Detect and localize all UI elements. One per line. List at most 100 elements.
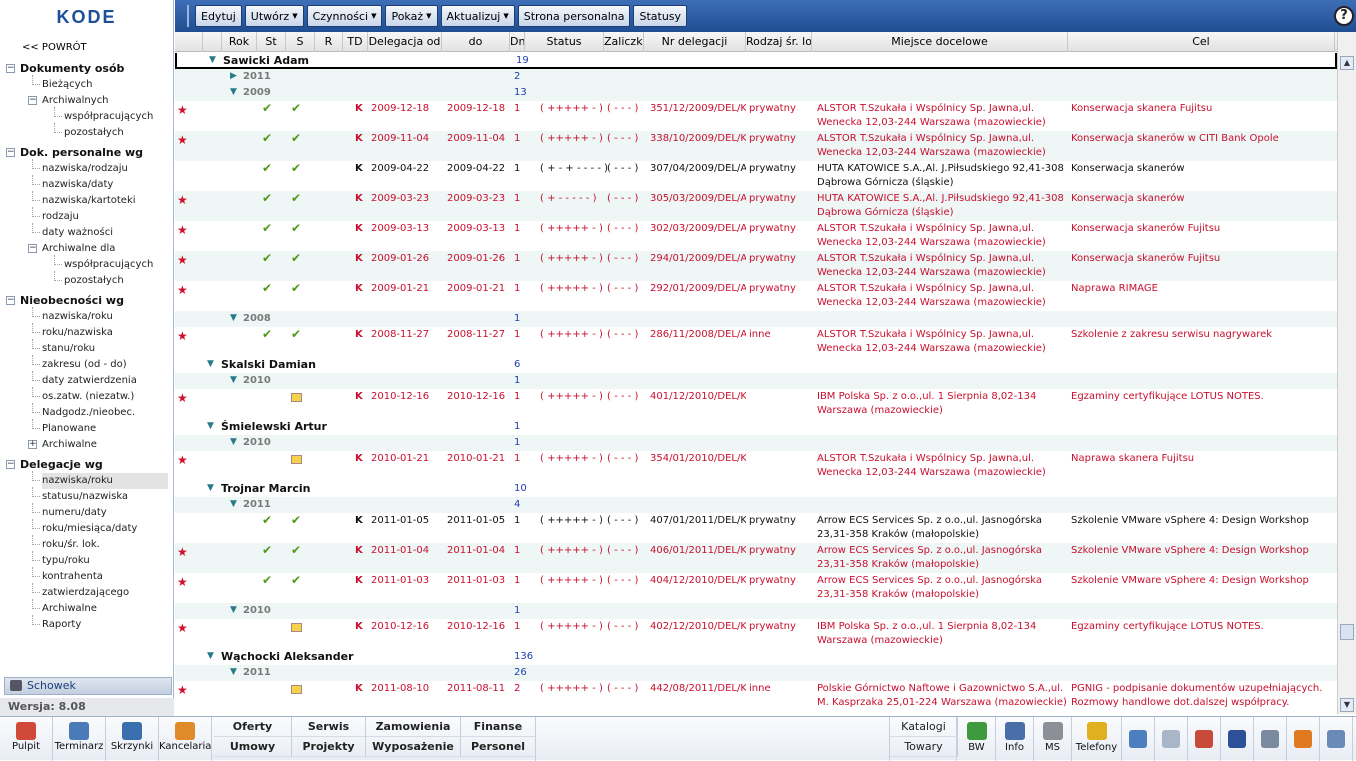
tree-item[interactable]: daty zatwierdzenia xyxy=(42,373,137,389)
grid-row[interactable]: ▼ 2011 26 xyxy=(175,665,1337,681)
tree-item[interactable]: nazwiska/roku xyxy=(42,473,168,489)
tree-item[interactable]: nazwiska/daty xyxy=(42,177,113,193)
module-zamowienia[interactable]: Zamowienia xyxy=(366,717,461,737)
tree-item[interactable]: daty ważności xyxy=(42,225,113,241)
expanded-icon[interactable]: ▼ xyxy=(230,373,237,388)
tree-item[interactable]: roku/nazwiska xyxy=(42,325,113,341)
tree-item[interactable]: współpracujących xyxy=(64,109,153,125)
tree-item[interactable]: rodzaju xyxy=(42,209,79,225)
grid-row[interactable]: ▼ 2010 1 xyxy=(175,435,1337,451)
column-header[interactable]: R xyxy=(315,32,343,52)
tree-item[interactable]: zakresu (od - do) xyxy=(42,357,127,373)
expanded-icon[interactable]: ▼ xyxy=(230,85,237,100)
grid-row[interactable]: ▼ Śmielewski Artur 1 xyxy=(175,419,1337,435)
tree-item[interactable]: pozostałych xyxy=(64,273,124,289)
collapse-icon[interactable]: − xyxy=(28,244,37,253)
grid-row[interactable]: ✔ ✔ K 2011-01-05 2011-01-05 1 ( +++++ - ) ( - -… xyxy=(175,513,1337,543)
grid-row[interactable]: ▼ 2008 1 xyxy=(175,311,1337,327)
grid-row[interactable]: ★ ✔ ✔ K 2009-03-13 2009-03-13 1 ( +++++ - ) ( - … xyxy=(175,221,1337,251)
tree-item[interactable]: statusu/nazwiska xyxy=(42,489,128,505)
back-link[interactable]: << POWRÓT xyxy=(0,34,173,53)
tree-item[interactable]: zatwierdzającego xyxy=(42,585,129,601)
grid-row[interactable]: ★ K 2010-01-21 2010-01-21 1 ( +++++ - ) ( - - … xyxy=(175,451,1337,481)
column-header[interactable]: Dni xyxy=(510,32,525,52)
tree-item[interactable]: stanu/roku xyxy=(42,341,95,357)
tree-item[interactable]: roku/miesiąca/daty xyxy=(42,521,137,537)
grid-row[interactable]: ▼ Trojnar Marcin 10 xyxy=(175,481,1337,497)
bottom-button-info[interactable]: Info xyxy=(996,717,1034,761)
grid-row[interactable]: ★ ✔ ✔ K 2009-03-23 2009-03-23 1 ( + - - - - - )… xyxy=(175,191,1337,221)
module-projekty[interactable]: Projekty xyxy=(292,737,366,757)
bottom-button-skrzynki[interactable]: Skrzynki xyxy=(106,717,159,761)
column-header[interactable]: Miejsce docelowe xyxy=(812,32,1068,52)
bottom-tool-button[interactable] xyxy=(1188,717,1221,761)
tree-item[interactable]: Nadgodz./nieobec. xyxy=(42,405,135,421)
bottom-button-ms[interactable]: MS xyxy=(1034,717,1072,761)
column-header[interactable]: Delegacja od xyxy=(368,32,442,52)
expand-icon[interactable]: + xyxy=(28,440,37,449)
bottom-tool-button[interactable] xyxy=(1122,717,1155,761)
expanded-icon[interactable]: ▼ xyxy=(230,497,237,512)
collapse-icon[interactable]: − xyxy=(6,148,15,157)
expanded-icon[interactable]: ▼ xyxy=(230,311,237,326)
vertical-scrollbar[interactable]: ▲ ▼ xyxy=(1337,32,1356,714)
toolbar-button-0[interactable]: Edytuj xyxy=(195,5,242,27)
collapsed-icon[interactable]: ▶ xyxy=(230,69,237,84)
module-oferty[interactable]: Oferty xyxy=(214,717,292,737)
grid-row[interactable]: ▼ 2010 1 xyxy=(175,603,1337,619)
grid-row[interactable]: ✔ ✔ K 2009-04-22 2009-04-22 1 ( + - + - - - - … xyxy=(175,161,1337,191)
column-header[interactable]: Zaliczka xyxy=(604,32,644,52)
column-header[interactable]: Rodzaj śr. lok xyxy=(746,32,812,52)
column-header[interactable]: Nr delegacji xyxy=(644,32,746,52)
column-header[interactable]: do xyxy=(442,32,510,52)
grid-row[interactable]: ★ ✔ ✔ K 2008-11-27 2008-11-27 1 ( +++++ - ) ( - … xyxy=(175,327,1337,357)
module-personel[interactable]: Personel xyxy=(461,737,536,757)
column-header[interactable]: St xyxy=(257,32,286,52)
tree-item[interactable]: kontrahenta xyxy=(42,569,103,585)
bottom-button-pulpit[interactable]: Pulpit xyxy=(0,717,53,761)
grid-row[interactable]: ★ ✔ ✔ K 2011-01-03 2011-01-03 1 ( +++++ - ) ( - … xyxy=(175,573,1337,603)
toolbar-button-4[interactable]: Aktualizuj ▼ xyxy=(440,5,515,27)
bottom-tool-button[interactable] xyxy=(1221,717,1254,761)
clipboard-button[interactable]: Schowek xyxy=(4,677,172,695)
module-umowy[interactable]: Umowy xyxy=(214,737,292,757)
module-katalogi[interactable]: Katalogi xyxy=(890,717,958,737)
bottom-button-terminarz[interactable]: Terminarz xyxy=(53,717,106,761)
expanded-icon[interactable]: ▼ xyxy=(230,435,237,450)
toolbar-button-1[interactable]: Utwórz ▼ xyxy=(244,5,304,27)
bottom-button-telefony[interactable]: Telefony xyxy=(1072,717,1122,761)
expanded-icon[interactable]: ▼ xyxy=(230,665,237,680)
tree-item[interactable]: os.zatw. (niezatw.) xyxy=(42,389,134,405)
module-wyposażenie[interactable]: Wyposażenie xyxy=(366,737,461,757)
toolbar-button-3[interactable]: Pokaż ▼ xyxy=(385,5,438,27)
scrollbar-thumb[interactable] xyxy=(1340,624,1354,640)
tree-item[interactable]: nazwiska/roku xyxy=(42,309,113,325)
grid-row[interactable]: ▶ 2011 2 xyxy=(175,69,1337,85)
column-header[interactable]: TD xyxy=(343,32,368,52)
expanded-icon[interactable]: ▼ xyxy=(207,481,214,496)
module-towary[interactable]: Towary xyxy=(890,737,958,757)
collapse-icon[interactable]: − xyxy=(6,64,15,73)
scroll-down-icon[interactable]: ▼ xyxy=(1340,698,1354,712)
tree-item[interactable]: Archiwalne xyxy=(42,601,97,617)
expanded-icon[interactable]: ▼ xyxy=(209,53,216,67)
module-serwis[interactable]: Serwis xyxy=(292,717,366,737)
collapse-icon[interactable]: − xyxy=(6,460,15,469)
expanded-icon[interactable]: ▼ xyxy=(207,419,214,434)
tree-item[interactable]: Bieżących xyxy=(42,77,92,93)
expanded-icon[interactable]: ▼ xyxy=(207,357,214,372)
tree-item[interactable]: Archiwalnych xyxy=(42,93,109,109)
grid-row[interactable]: ★ ✔ ✔ K 2011-01-04 2011-01-04 1 ( +++++ - ) ( - … xyxy=(175,543,1337,573)
expanded-icon[interactable]: ▼ xyxy=(230,603,237,618)
grid-row[interactable]: ▼ 2011 4 xyxy=(175,497,1337,513)
tree-item[interactable]: Archiwalne xyxy=(42,437,97,453)
grid-row[interactable]: ★ K 2011-08-10 2011-08-11 2 ( +++++ - ) ( - - … xyxy=(175,681,1337,711)
tree-item[interactable]: numeru/daty xyxy=(42,505,107,521)
collapse-icon[interactable]: − xyxy=(6,296,15,305)
bottom-tool-button[interactable] xyxy=(1320,717,1353,761)
tree-item[interactable]: nazwiska/kartoteki xyxy=(42,193,136,209)
grid-row[interactable]: ★ ✔ ✔ K 2009-12-18 2009-12-18 1 ( +++++ - ) ( - … xyxy=(175,101,1337,131)
bottom-tool-button[interactable] xyxy=(1254,717,1287,761)
grid-row[interactable]: ▼ Skalski Damian 6 xyxy=(175,357,1337,373)
bottom-tool-button[interactable] xyxy=(1155,717,1188,761)
